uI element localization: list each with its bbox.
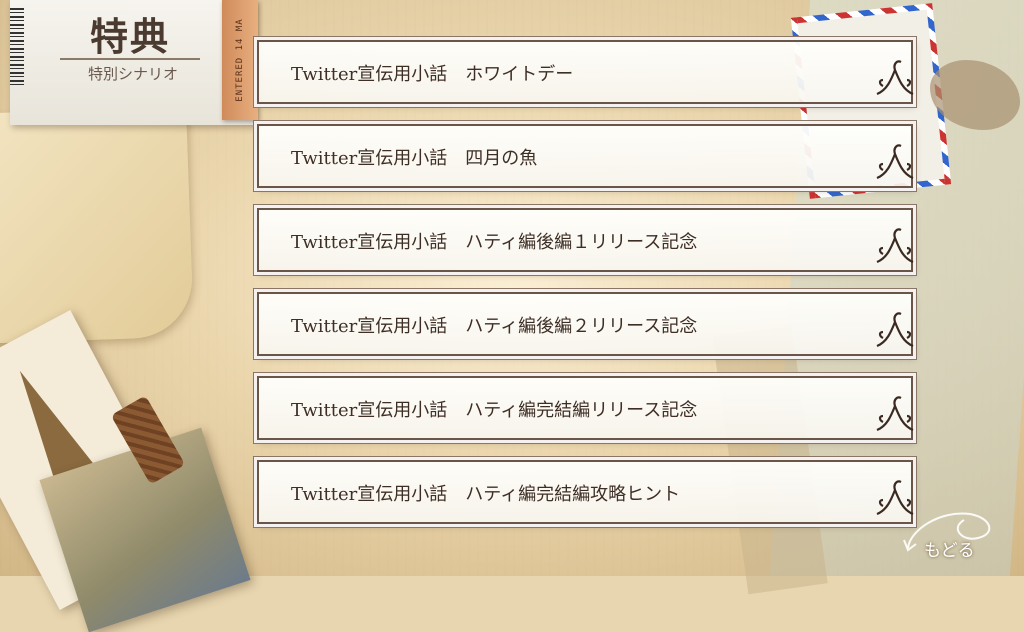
flourish-ornament-icon — [876, 228, 914, 264]
menu-item-hati-finale-release[interactable]: Twitter宣伝用小話 ハティ編完結編リリース記念 — [257, 376, 914, 440]
barcode-icon — [10, 8, 24, 88]
section-title-tag: 特典 特別シナリオ ENTERED 14 MA — [10, 0, 258, 125]
flourish-ornament-icon — [876, 60, 914, 96]
flourish-ornament-icon — [876, 144, 914, 180]
menu-item-hati-part1[interactable]: Twitter宣伝用小話 ハティ編後編１リリース記念 — [257, 208, 914, 272]
back-button[interactable]: もどる — [900, 500, 1010, 570]
menu-item-label: Twitter宣伝用小話 ハティ編完結編攻略ヒント — [291, 484, 681, 505]
ticket-ribbon: ENTERED 14 MA — [222, 0, 258, 120]
flourish-ornament-icon — [876, 396, 914, 432]
page-subtitle: 特別シナリオ — [88, 65, 179, 83]
menu-item-hati-part2[interactable]: Twitter宣伝用小話 ハティ編後編２リリース記念 — [257, 292, 914, 356]
menu-item-label: Twitter宣伝用小話 ハティ編後編２リリース記念 — [291, 316, 698, 337]
scenario-menu: Twitter宣伝用小話 ホワイトデー Twitter宣伝用小話 四月の魚 Tw… — [257, 40, 917, 544]
title-divider — [60, 58, 200, 60]
menu-item-label: Twitter宣伝用小話 ホワイトデー — [291, 64, 574, 85]
menu-item-label: Twitter宣伝用小話 ハティ編後編１リリース記念 — [291, 232, 698, 253]
page-title: 特典 — [90, 15, 171, 59]
menu-item-label: Twitter宣伝用小話 四月の魚 — [291, 148, 538, 169]
menu-item-label: Twitter宣伝用小話 ハティ編完結編リリース記念 — [291, 400, 698, 421]
rolled-paper-decoration — [0, 106, 194, 344]
flourish-ornament-icon — [876, 312, 914, 348]
menu-item-white-day[interactable]: Twitter宣伝用小話 ホワイトデー — [257, 40, 914, 104]
ribbon-text: ENTERED 14 MA — [235, 18, 245, 102]
back-button-label: もどる — [924, 541, 975, 561]
menu-item-april-fish[interactable]: Twitter宣伝用小話 四月の魚 — [257, 124, 914, 188]
menu-item-hati-finale-hint[interactable]: Twitter宣伝用小話 ハティ編完結編攻略ヒント — [257, 460, 914, 524]
